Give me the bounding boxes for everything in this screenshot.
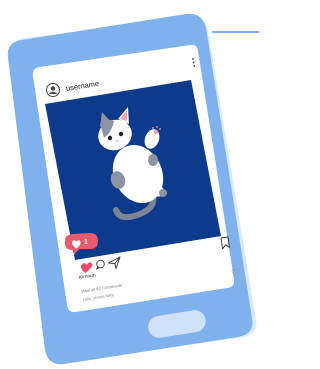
avatar-icon[interactable] bbox=[46, 83, 60, 97]
notification-count: 1 bbox=[84, 239, 88, 246]
phone-illustration bbox=[7, 13, 259, 365]
